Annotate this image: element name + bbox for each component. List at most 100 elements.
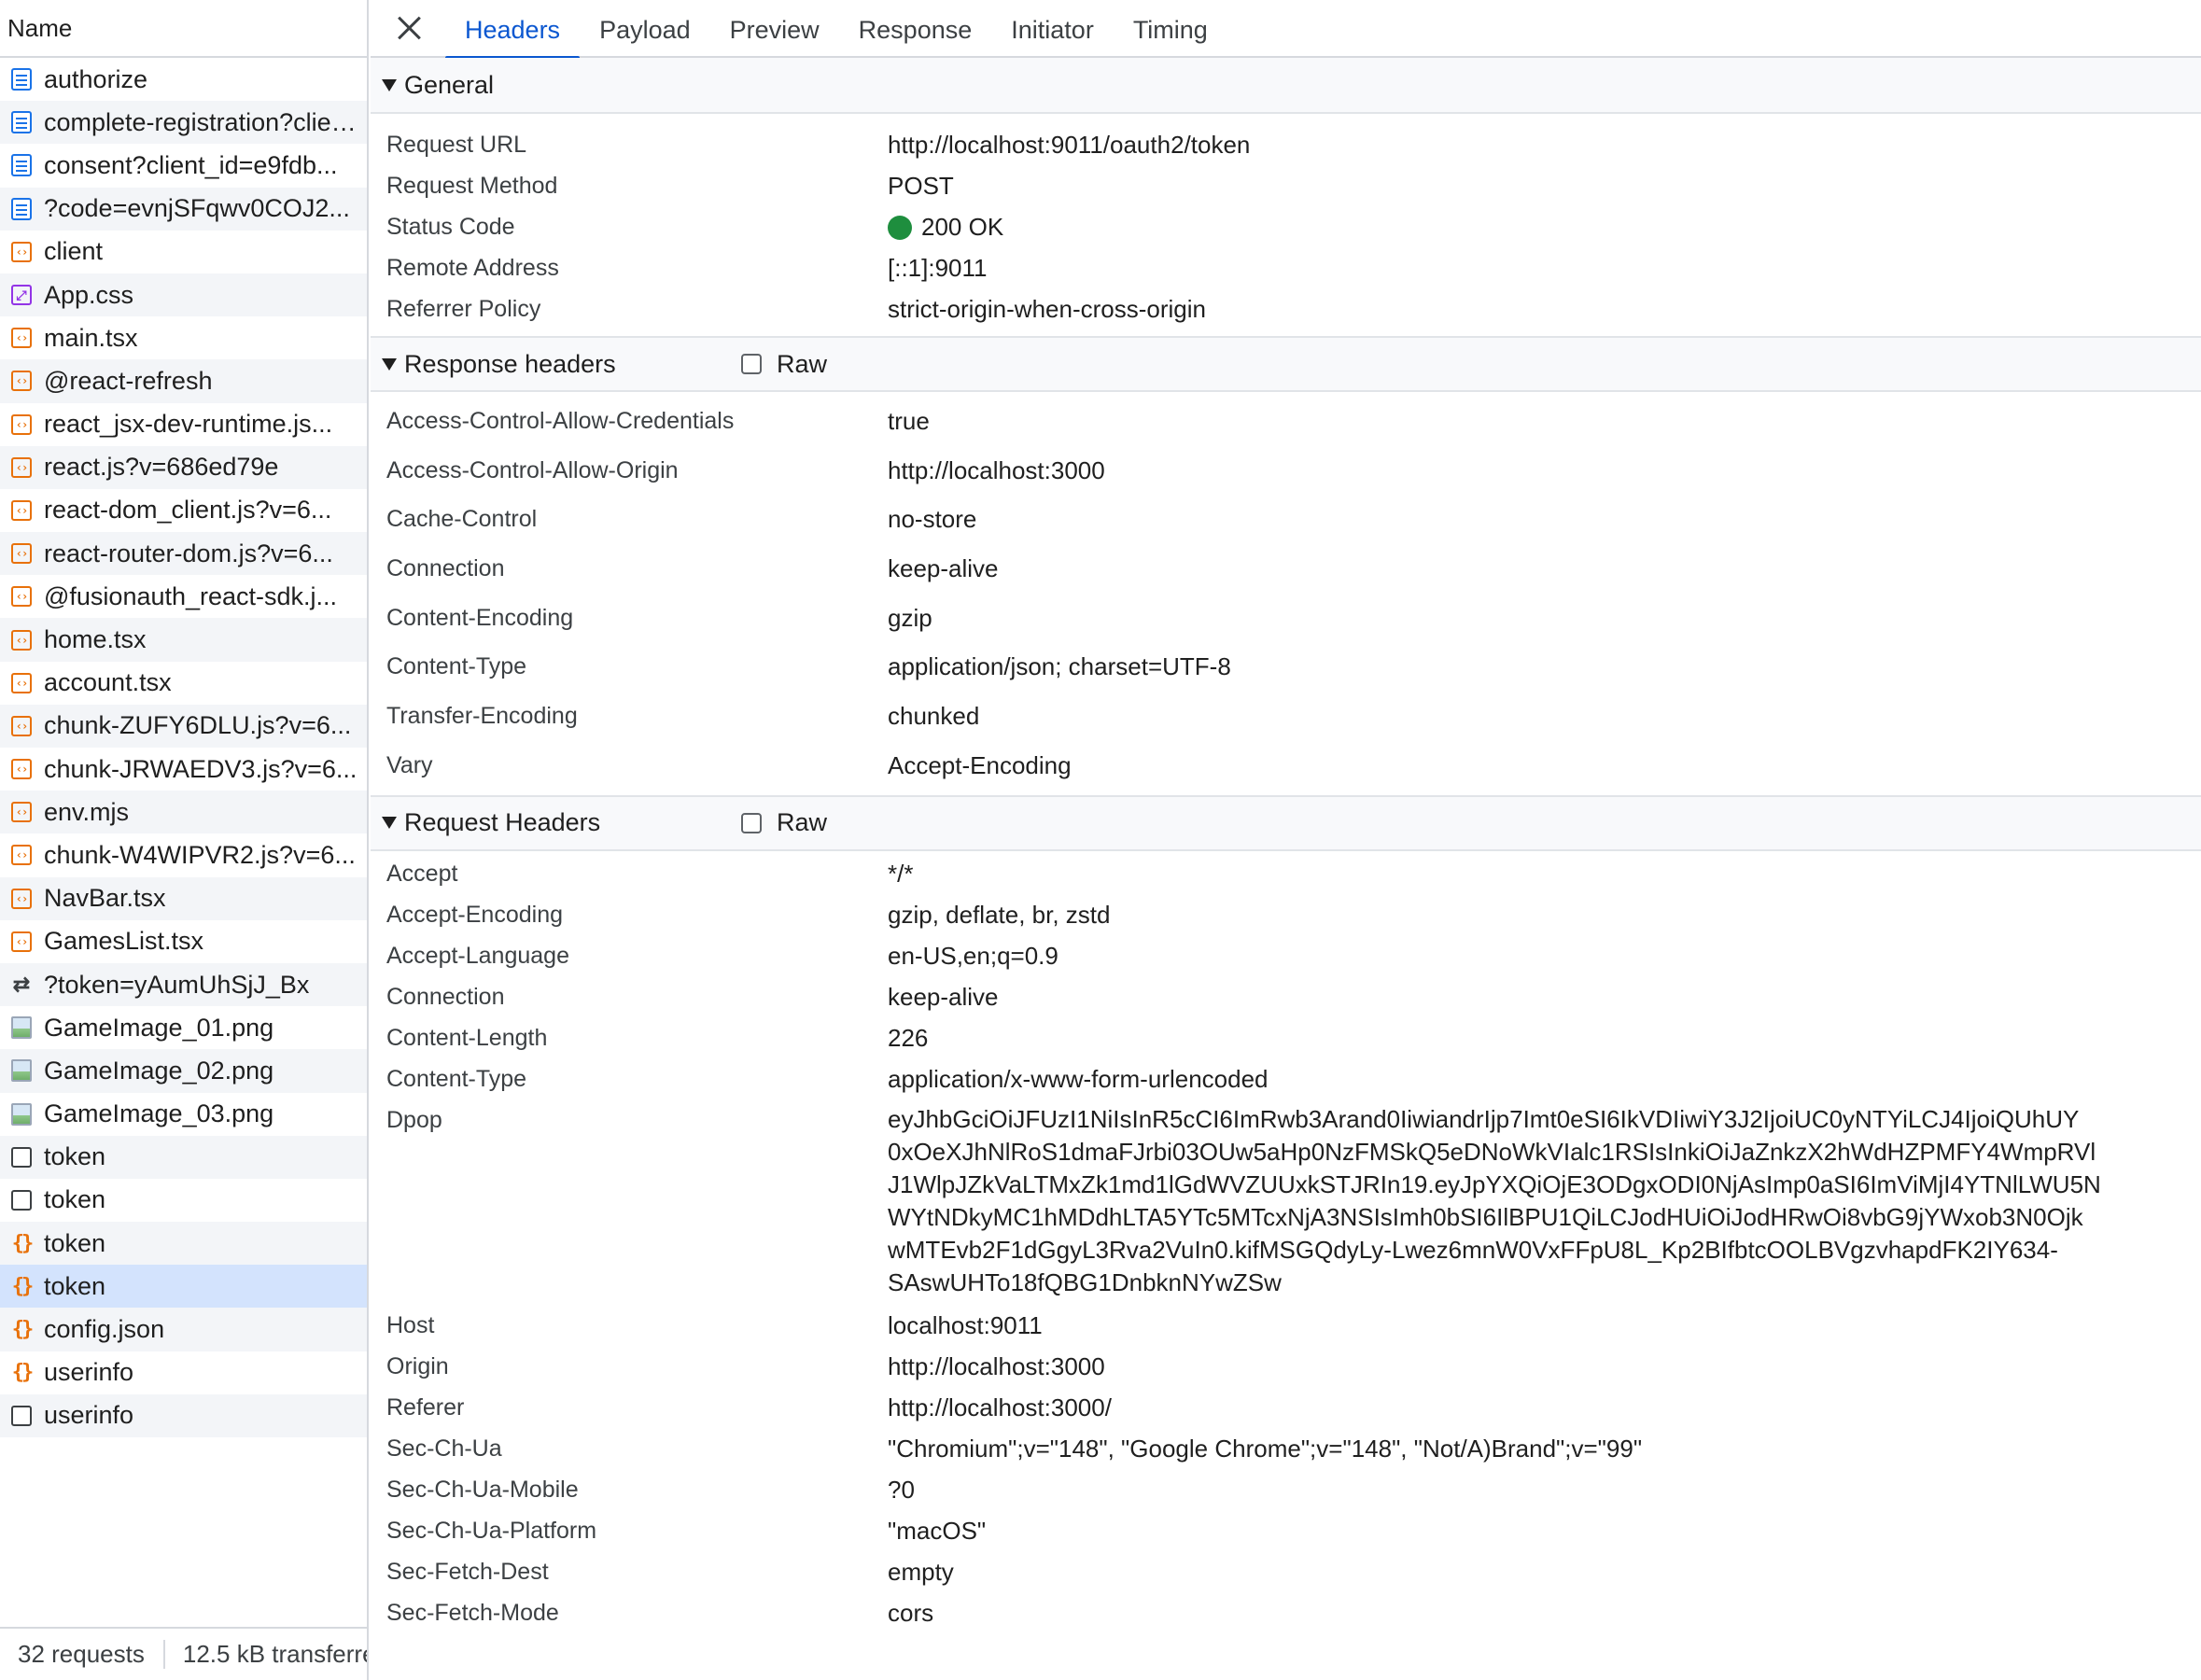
request-row[interactable]: ‹› @fusionauth_react-sdk.j... (0, 575, 367, 618)
header-row: Content-Type application/json; charset=UT… (371, 642, 2201, 692)
header-name: Request URL (386, 132, 527, 158)
raw-toggle[interactable]: Raw (741, 350, 827, 379)
header-value: chunked (888, 692, 2201, 741)
request-row[interactable]: ‹› chunk-ZUFY6DLU.js?v=6... (0, 704, 367, 748)
tab-response[interactable]: Response (839, 2, 992, 58)
request-row[interactable]: token (0, 1179, 367, 1222)
request-row[interactable]: {} token (0, 1265, 367, 1309)
header-row: Connection keep-alive (371, 976, 2201, 1017)
script-icon: ‹› (10, 801, 33, 823)
header-row: Access-Control-Allow-Credentials true (371, 397, 2201, 446)
script-glyph: ‹› (11, 499, 32, 521)
header-row: Dpop eyJhbGciOiJFUzI1NiIsInR5cCI6ImRwb3Ar… (371, 1099, 2201, 1305)
raw-checkbox[interactable] (741, 812, 762, 833)
request-name: main.tsx (44, 323, 138, 352)
close-icon[interactable] (397, 15, 423, 41)
request-row[interactable]: ‹› chunk-JRWAEDV3.js?v=6... (0, 748, 367, 791)
request-row[interactable]: GameImage_02.png (0, 1049, 367, 1093)
raw-toggle[interactable]: Raw (741, 808, 827, 837)
header-name: Dpop (386, 1106, 442, 1133)
header-value: http://localhost:3000 (888, 1346, 2201, 1387)
request-row[interactable]: {} token (0, 1222, 367, 1266)
request-row[interactable]: ‹› account.tsx (0, 662, 367, 705)
request-name: userinfo (44, 1358, 134, 1387)
request-list: authorize complete-registration?client_id… (0, 58, 367, 1437)
request-row[interactable]: {} config.json (0, 1308, 367, 1351)
header-value-text: cors (888, 1598, 934, 1627)
request-row[interactable]: GameImage_03.png (0, 1093, 367, 1136)
header-name: Sec-Ch-Ua-Platform (386, 1517, 597, 1544)
header-value-text: http://localhost:3000 (888, 455, 1105, 484)
request-headers-section-header[interactable]: Request Headers Raw (371, 794, 2201, 851)
request-row[interactable]: ‹› chunk-W4WIPVR2.js?v=6... (0, 833, 367, 876)
script-icon: ‹› (10, 888, 33, 910)
script-glyph: ‹› (11, 845, 32, 866)
request-row[interactable]: {} userinfo (0, 1351, 367, 1394)
response-headers-section-header[interactable]: Response headers Raw (371, 336, 2201, 392)
request-row[interactable]: ‹› NavBar.tsx (0, 876, 367, 920)
request-name: token (44, 1142, 106, 1171)
tab-timing[interactable]: Timing (1114, 2, 1227, 58)
header-row: Connection keep-alive (371, 544, 2201, 594)
header-name: Host (386, 1311, 435, 1338)
request-row[interactable]: ‹› home.tsx (0, 618, 367, 662)
name-column-header[interactable]: Name (0, 0, 367, 58)
header-value: localhost:9011 (888, 1305, 2201, 1346)
header-value: cors (888, 1592, 2201, 1633)
tab-payload[interactable]: Payload (580, 2, 710, 58)
request-row[interactable]: userinfo (0, 1393, 367, 1437)
script-icon: ‹› (10, 542, 33, 565)
request-row[interactable]: ‹› react.js?v=686ed79e (0, 445, 367, 489)
request-row[interactable]: GameImage_01.png (0, 1006, 367, 1049)
header-value: http://localhost:3000/ (888, 1387, 2201, 1428)
header-value: strict-origin-when-cross-origin (888, 288, 2201, 329)
image-icon (10, 1016, 33, 1040)
request-name: env.mjs (44, 797, 130, 826)
header-value-text: "Chromium";v="148", "Google Chrome";v="1… (888, 1434, 1643, 1463)
general-section-header[interactable]: General (371, 58, 2201, 114)
collapse-triangle-icon (382, 817, 397, 829)
header-value: http://localhost:3000 (888, 446, 2201, 496)
request-row[interactable]: ⤢ App.css (0, 273, 367, 317)
request-row[interactable]: consent?client_id=e9fdb... (0, 144, 367, 187)
request-row[interactable]: ⇄ ?token=yAumUhSjJ_Bx (0, 962, 367, 1007)
request-name: chunk-W4WIPVR2.js?v=6... (44, 840, 356, 869)
header-name: Vary (386, 751, 433, 778)
request-row[interactable]: ‹› client (0, 231, 367, 273)
general-list: Request URL http://localhost:9011/oauth2/… (371, 114, 2201, 336)
request-name: consent?client_id=e9fdb... (44, 150, 338, 179)
request-row[interactable]: ‹› GamesList.tsx (0, 920, 367, 963)
raw-checkbox[interactable] (741, 354, 762, 374)
request-row[interactable]: ‹› env.mjs (0, 791, 367, 834)
request-row[interactable]: ‹› main.tsx (0, 316, 367, 359)
script-icon: ‹› (10, 844, 33, 866)
request-row[interactable]: ‹› react_jsx-dev-runtime.js... (0, 403, 367, 446)
request-row[interactable]: ?code=evnjSFqwv0COJ2... (0, 187, 367, 231)
script-glyph: ‹› (11, 371, 32, 392)
header-name: Request Method (386, 173, 558, 199)
header-value-text: gzip, deflate, br, zstd (888, 900, 1111, 929)
script-glyph: ‹› (11, 543, 32, 565)
tab-headers[interactable]: Headers (445, 2, 581, 60)
header-value: en-US,en;q=0.9 (888, 935, 2201, 976)
request-row[interactable]: ‹› react-router-dom.js?v=6... (0, 532, 367, 576)
request-row[interactable]: authorize (0, 58, 367, 101)
status-bar: 32 requests 12.5 kB transferred (0, 1627, 367, 1680)
header-value-text: gzip (888, 603, 932, 632)
request-row[interactable]: ‹› @react-refresh (0, 359, 367, 403)
request-name: token (44, 1228, 106, 1257)
request-row[interactable]: complete-registration?client_id=e9fdb... (0, 101, 367, 145)
script-icon: ‹› (10, 499, 33, 522)
header-value-line: 0xOeXJhNlRoS1dmaFJrbi03OUw5aHp0NzFMSkQ5e… (888, 1137, 2096, 1166)
request-row[interactable]: token (0, 1135, 367, 1179)
tab-initiator[interactable]: Initiator (991, 2, 1114, 58)
request-row[interactable]: ‹› react-dom_client.js?v=6... (0, 489, 367, 532)
request-name: react_jsx-dev-runtime.js... (44, 410, 333, 439)
json-glyph: {} (11, 1274, 34, 1298)
response-headers-list: Access-Control-Allow-Credentials true Acce… (371, 392, 2201, 795)
script-glyph: ‹› (11, 629, 32, 651)
request-name: NavBar.tsx (44, 884, 166, 913)
tab-preview[interactable]: Preview (710, 2, 839, 58)
header-row: Sec-Ch-Ua "Chromium";v="148", "Google Chr… (371, 1428, 2201, 1469)
raw-label: Raw (777, 349, 828, 378)
